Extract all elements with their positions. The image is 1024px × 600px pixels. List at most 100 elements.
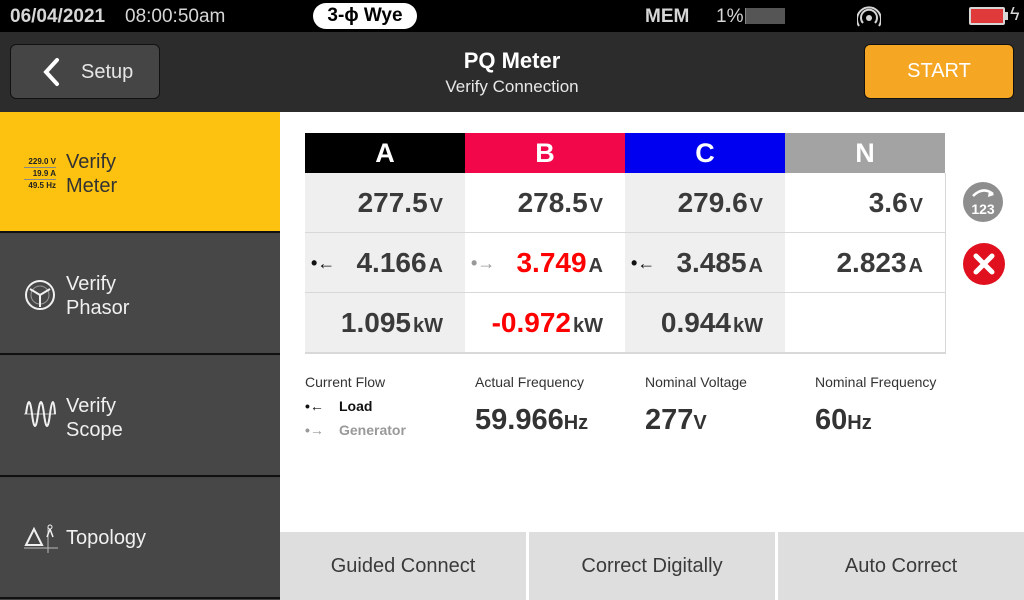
nominal-voltage-label: Nominal Voltage bbox=[645, 374, 747, 390]
value: 4.166 bbox=[356, 247, 427, 278]
error-status-button[interactable] bbox=[963, 243, 1005, 285]
label-line2: Meter bbox=[66, 175, 118, 197]
current-flow-label: Current Flow bbox=[305, 374, 386, 390]
topology-icon bbox=[24, 524, 58, 553]
rotation-icon-text: 123 bbox=[971, 201, 995, 217]
phase-header-n: N bbox=[785, 133, 945, 173]
load-arrow-icon: •← bbox=[305, 398, 324, 414]
value: 3.485 bbox=[676, 247, 747, 278]
meter-readout-icon: 229.0 V 19.9 A 49.5 Hz bbox=[24, 156, 56, 191]
generator-flow-icon: •→ bbox=[471, 253, 496, 273]
unit: A bbox=[748, 255, 763, 277]
value: 2.823 bbox=[836, 247, 907, 278]
unit: V bbox=[589, 195, 603, 217]
memory-label: MEM bbox=[645, 6, 690, 27]
icon-voltage: 229.0 V bbox=[24, 156, 56, 168]
unit: Hz bbox=[563, 412, 589, 434]
phase-rotation-button[interactable]: 123 bbox=[963, 182, 1003, 222]
pq-meter-screen: 06/04/2021 08:00:50am 3-ϕ Wye MEM 1% ϟ S… bbox=[0, 0, 1024, 600]
guided-connect-button[interactable]: Guided Connect bbox=[280, 532, 526, 600]
value: -0.972 bbox=[491, 307, 571, 338]
unit: kW bbox=[733, 315, 763, 337]
close-error-icon bbox=[973, 253, 995, 275]
memory-usage-bar bbox=[745, 8, 785, 24]
power-cell-n bbox=[785, 293, 945, 353]
memory-percent: 1% bbox=[716, 6, 744, 27]
value: 60 bbox=[815, 404, 848, 436]
unit: A bbox=[588, 255, 603, 277]
nominal-voltage-value: 277V bbox=[645, 404, 747, 437]
sidebar-item-verify-phasor[interactable]: Verify Phasor bbox=[0, 234, 280, 355]
value: 1.095 bbox=[340, 307, 411, 338]
value: 3.6 bbox=[868, 187, 908, 218]
sidebar-item-label: Verify Scope bbox=[66, 394, 123, 442]
label-line2: Scope bbox=[66, 419, 123, 441]
start-button[interactable]: START bbox=[864, 44, 1014, 99]
value: 278.5 bbox=[517, 187, 588, 218]
actual-frequency: Actual Frequency 59.966Hz bbox=[475, 374, 588, 437]
unit: V bbox=[909, 195, 923, 217]
current-cell-b: •→ 3.749 A bbox=[465, 233, 625, 293]
unit: V bbox=[429, 195, 443, 217]
correct-digitally-button[interactable]: Correct Digitally bbox=[529, 532, 775, 600]
voltage-cell-c: 279.6 V bbox=[625, 173, 785, 233]
battery-icon bbox=[969, 7, 1005, 25]
current-flow-legend: Current Flow •← Load •→ Generator bbox=[305, 374, 406, 438]
phase-header-b: B bbox=[465, 133, 625, 173]
actual-frequency-value: 59.966Hz bbox=[475, 404, 588, 437]
unit: V bbox=[693, 412, 707, 434]
current-cell-n: 2.823 A bbox=[785, 233, 945, 293]
sidebar-item-topology[interactable]: Topology bbox=[0, 478, 280, 599]
status-time: 08:00:50am bbox=[125, 6, 226, 27]
voltage-cell-n: 3.6 V bbox=[785, 173, 945, 233]
sidebar-item-label: Verify Meter bbox=[66, 150, 117, 198]
icon-current: 19.9 A bbox=[24, 168, 56, 180]
phase-header-a: A bbox=[305, 133, 465, 173]
label-line1: Verify bbox=[66, 395, 117, 417]
sidebar-item-label: Verify Phasor bbox=[66, 272, 129, 320]
value: 279.6 bbox=[677, 187, 748, 218]
auto-correct-button[interactable]: Auto Correct bbox=[778, 532, 1024, 600]
sidebar-item-verify-meter[interactable]: 229.0 V 19.9 A 49.5 Hz Verify Meter bbox=[0, 112, 280, 233]
charging-bolt-icon: ϟ bbox=[1010, 4, 1020, 24]
label-line1: Verify bbox=[66, 151, 117, 173]
voltage-cell-b: 278.5 V bbox=[465, 173, 625, 233]
unit: kW bbox=[573, 315, 603, 337]
phasor-icon bbox=[25, 280, 55, 310]
value: 277 bbox=[645, 404, 694, 436]
wiring-config-badge[interactable]: 3-ϕ Wye bbox=[313, 3, 417, 29]
bottom-action-bar: Guided Connect Correct Digitally Auto Co… bbox=[280, 532, 1024, 600]
nominal-voltage: Nominal Voltage 277V bbox=[645, 374, 747, 437]
unit: A bbox=[908, 255, 923, 277]
power-cell-c: 0.944 kW bbox=[625, 293, 785, 353]
battery-tip bbox=[1005, 12, 1008, 20]
unit: Hz bbox=[847, 412, 872, 434]
actual-frequency-label: Actual Frequency bbox=[475, 374, 584, 390]
wireless-signal-icon bbox=[857, 6, 881, 27]
main-panel: A B C N 277.5 V 278.5 V 279.6 V 3.6 V •← 4.166 A •→ 3.74… bbox=[280, 112, 1024, 532]
unit: V bbox=[749, 195, 763, 217]
value: 59.966 bbox=[475, 404, 564, 436]
scope-wave-icon bbox=[24, 401, 56, 427]
load-label: Load bbox=[339, 398, 373, 414]
nominal-frequency-value: 60Hz bbox=[815, 404, 936, 437]
legend-generator: •→ Generator bbox=[305, 422, 406, 438]
generator-arrow-icon: •→ bbox=[305, 422, 324, 438]
phase-header-c: C bbox=[625, 133, 785, 173]
value: 277.5 bbox=[357, 187, 428, 218]
rotation-123-icon: 123 bbox=[971, 189, 995, 217]
sidebar-item-verify-scope[interactable]: Verify Scope bbox=[0, 356, 280, 477]
sidebar-item-label: Topology bbox=[66, 527, 147, 549]
legend-load: •← Load bbox=[305, 398, 406, 414]
value: 0.944 bbox=[660, 307, 731, 338]
load-flow-icon: •← bbox=[311, 253, 336, 273]
unit: A bbox=[428, 255, 443, 277]
power-cell-b: -0.972 kW bbox=[465, 293, 625, 353]
sidebar: 229.0 V 19.9 A 49.5 Hz Verify Meter Veri… bbox=[0, 112, 280, 600]
nominal-frequency: Nominal Frequency 60Hz bbox=[815, 374, 936, 437]
current-cell-c: •← 3.485 A bbox=[625, 233, 785, 293]
unit: kW bbox=[413, 315, 443, 337]
power-cell-a: 1.095 kW bbox=[305, 293, 465, 353]
status-date: 06/04/2021 bbox=[10, 6, 106, 27]
header: Setup PQ Meter Verify Connection START bbox=[0, 32, 1024, 112]
